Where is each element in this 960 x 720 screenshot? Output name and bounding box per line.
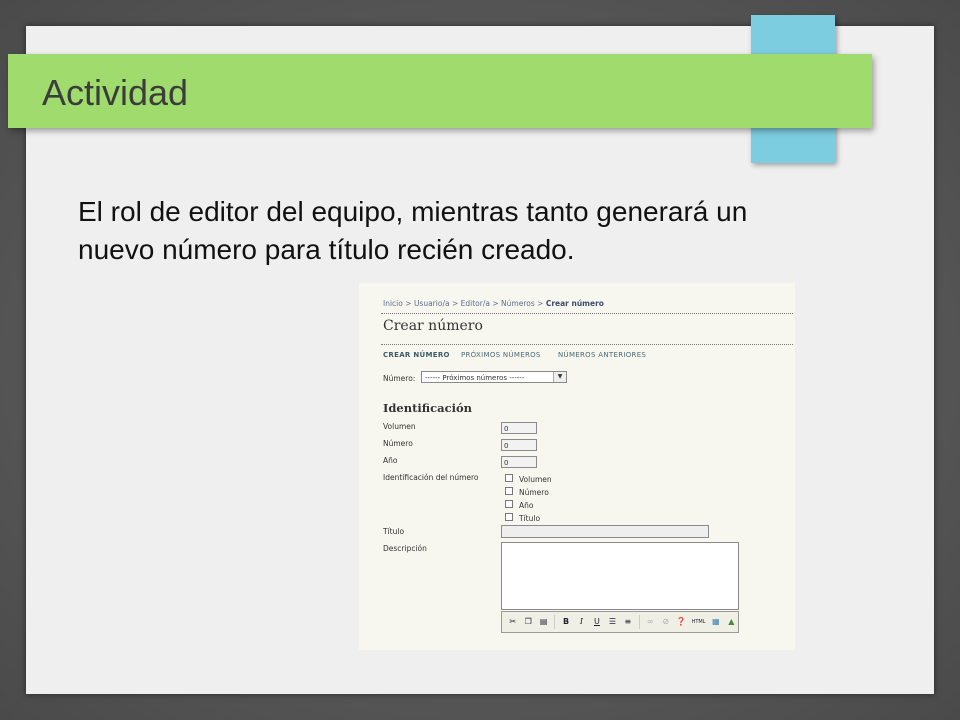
toolbar-divider bbox=[554, 615, 556, 629]
image-icon[interactable]: ▲ bbox=[725, 615, 738, 629]
breadcrumb-separator: > bbox=[451, 299, 459, 308]
titulo-input[interactable] bbox=[501, 525, 709, 538]
section-title: Identificación bbox=[383, 401, 472, 415]
chevron-down-icon[interactable]: ▼ bbox=[553, 372, 566, 382]
numero-label: Número bbox=[383, 439, 413, 448]
breadcrumb-separator: > bbox=[405, 299, 412, 308]
anio-input[interactable]: 0 bbox=[501, 456, 537, 468]
html-icon[interactable]: HTML bbox=[690, 615, 707, 629]
checkbox-anio[interactable] bbox=[505, 500, 513, 508]
divider bbox=[381, 313, 793, 314]
volumen-input[interactable]: 0 bbox=[501, 422, 537, 434]
slide-title: Actividad bbox=[42, 72, 189, 113]
bold-icon[interactable]: B bbox=[559, 615, 572, 629]
checkbox-numero[interactable] bbox=[505, 487, 513, 495]
identificacion-numero-label: Identificación del número bbox=[383, 473, 479, 482]
titulo-label: Título bbox=[383, 527, 405, 536]
divider bbox=[381, 344, 793, 345]
toolbar-divider bbox=[638, 615, 640, 629]
checkbox-volumen[interactable] bbox=[505, 474, 513, 482]
checkbox-anio-label: Año bbox=[519, 501, 534, 510]
italic-icon[interactable]: I bbox=[575, 615, 588, 629]
cut-icon[interactable]: ✂ bbox=[506, 615, 519, 629]
tab-numeros-anteriores[interactable]: NÚMEROS ANTERIORES bbox=[558, 351, 646, 359]
paste-icon[interactable]: ▤ bbox=[537, 615, 550, 629]
breadcrumb-item-editor[interactable]: Editor/a bbox=[461, 299, 490, 308]
tab-crear-numero[interactable]: CREAR NÚMERO bbox=[383, 351, 450, 359]
breadcrumb-item-usuario[interactable]: Usuario/a bbox=[414, 299, 450, 308]
checkbox-titulo[interactable] bbox=[505, 513, 513, 521]
checkbox-numero-label: Número bbox=[519, 488, 549, 497]
breadcrumb-current: Crear número bbox=[545, 299, 604, 308]
underline-icon[interactable]: U bbox=[590, 615, 603, 629]
breadcrumb-item-inicio[interactable]: Inicio bbox=[383, 299, 403, 308]
editor-toolbar: ✂ ❐ ▤ B I U ☰ ≡ ∞ ⊘ ❓ HTML ▦ ▲ bbox=[501, 611, 739, 633]
copy-icon[interactable]: ❐ bbox=[521, 615, 534, 629]
checkbox-titulo-label: Título bbox=[519, 514, 541, 523]
numbered-list-icon[interactable]: ≡ bbox=[621, 615, 634, 629]
fullscreen-icon[interactable]: ▦ bbox=[709, 615, 722, 629]
breadcrumb: Inicio > Usuario/a > Editor/a > Números … bbox=[383, 299, 604, 308]
help-icon[interactable]: ❓ bbox=[674, 615, 687, 629]
volumen-label: Volumen bbox=[383, 422, 416, 431]
tab-proximos-numeros[interactable]: PRÓXIMOS NÚMEROS bbox=[461, 351, 541, 359]
numero-select-value: ------ Próximos números ------ bbox=[425, 374, 525, 382]
descripcion-textarea[interactable] bbox=[501, 542, 739, 610]
embedded-screenshot: Inicio > Usuario/a > Editor/a > Números … bbox=[359, 283, 795, 650]
descripcion-label: Descripción bbox=[383, 544, 427, 553]
slide-body-text: El rol de editor del equipo, mientras ta… bbox=[78, 196, 748, 265]
numero-input[interactable]: 0 bbox=[501, 439, 537, 451]
anio-label: Año bbox=[383, 456, 398, 465]
breadcrumb-separator: > bbox=[537, 299, 544, 308]
breadcrumb-item-numeros[interactable]: Números bbox=[501, 299, 535, 308]
numero-select-label: Número: bbox=[383, 374, 416, 383]
link-icon[interactable]: ∞ bbox=[644, 615, 657, 629]
page-title: Crear número bbox=[383, 318, 483, 334]
numero-select[interactable]: ------ Próximos números ------ ▼ bbox=[421, 371, 567, 383]
unlink-icon[interactable]: ⊘ bbox=[659, 615, 672, 629]
checkbox-volumen-label: Volumen bbox=[519, 475, 552, 484]
breadcrumb-separator: > bbox=[492, 299, 499, 308]
bullet-list-icon[interactable]: ☰ bbox=[606, 615, 619, 629]
